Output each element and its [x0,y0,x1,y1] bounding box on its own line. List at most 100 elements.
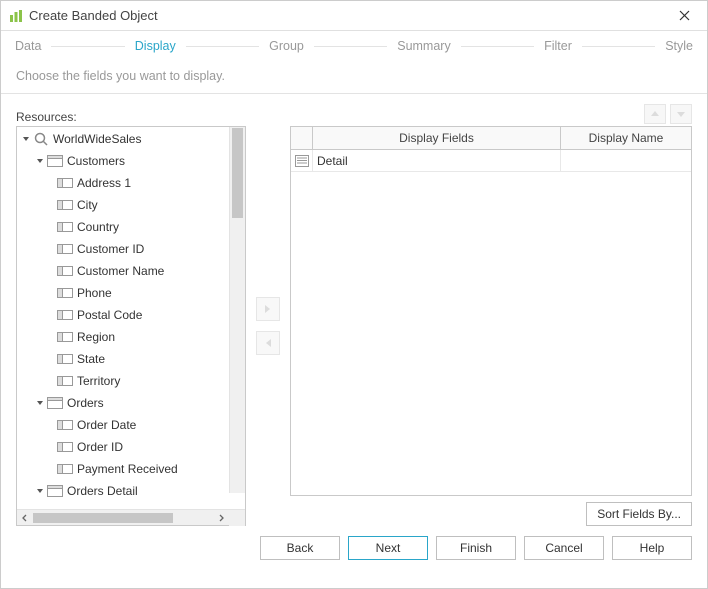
tree-field[interactable]: Phone [17,282,231,304]
tree-root[interactable]: WorldWideSales [17,128,231,150]
add-field-button[interactable] [256,297,280,321]
tree-field-label: Address 1 [77,176,131,190]
field-icon [57,176,73,190]
chevron-down-icon [21,134,31,144]
table-icon [47,484,63,498]
tree-field-label: Country [77,220,119,234]
tree-field-label: Order Date [77,418,136,432]
arrow-down-icon [676,109,686,119]
expand-toggle[interactable] [34,155,46,167]
vertical-scrollbar[interactable] [229,127,245,493]
close-button[interactable] [669,1,699,31]
field-icon [57,418,73,432]
tree-field[interactable]: Region [17,326,231,348]
tree-field[interactable]: Country [17,216,231,238]
chevron-down-icon [35,398,45,408]
tree-field[interactable]: Customer ID [17,238,231,260]
expand-toggle[interactable] [34,485,46,497]
titlebar: Create Banded Object [1,1,707,31]
close-icon [679,10,690,21]
field-icon [57,220,73,234]
chevron-left-icon [21,514,29,522]
expand-toggle[interactable] [34,397,46,409]
field-icon [57,462,73,476]
chevron-down-icon [35,156,45,166]
tree-group[interactable]: Customers [17,150,231,172]
tree-group-label: Orders [67,396,104,410]
step-separator [461,46,534,47]
table-icon [47,154,63,168]
wizard-footer: Back Next Finish Cancel Help [1,526,707,572]
column-header-icon [291,127,313,149]
tree-group-label: Orders Detail [67,484,138,498]
step-filter[interactable]: Filter [542,37,574,55]
step-group[interactable]: Group [267,37,306,55]
tree-field[interactable]: Customer Name [17,260,231,282]
resources-tree[interactable]: WorldWideSales Customers Address 1 City … [16,126,246,526]
tree-field-label: Region [77,330,115,344]
tree-field[interactable]: Territory [17,370,231,392]
tree-field[interactable]: Order Date [17,414,231,436]
move-down-button[interactable] [670,104,692,124]
arrow-left-icon [262,337,274,349]
field-icon [57,286,73,300]
field-icon [57,198,73,212]
window-title: Create Banded Object [29,8,669,23]
arrow-up-icon [650,109,660,119]
cancel-button[interactable]: Cancel [524,536,604,560]
step-separator [186,46,259,47]
tree-group[interactable]: Orders Detail [17,480,231,502]
field-icon [57,440,73,454]
next-button[interactable]: Next [348,536,428,560]
back-button[interactable]: Back [260,536,340,560]
cell-display-field[interactable]: Detail [313,150,561,171]
tree-field[interactable]: City [17,194,231,216]
tree-field-label: Customer Name [77,264,164,278]
cell-display-name[interactable] [561,150,691,171]
scrollbar-thumb[interactable] [232,128,243,218]
tree-group[interactable]: Orders [17,392,231,414]
field-icon [57,264,73,278]
finish-button[interactable]: Finish [436,536,516,560]
step-style[interactable]: Style [663,37,695,55]
tree-field[interactable]: Address 1 [17,172,231,194]
field-icon [57,374,73,388]
step-data[interactable]: Data [13,37,43,55]
tree-field-label: Customer ID [77,242,144,256]
horizontal-scrollbar[interactable] [17,509,245,525]
tree-field-label: Order ID [77,440,123,454]
remove-field-button[interactable] [256,331,280,355]
tree-field[interactable]: Postal Code [17,304,231,326]
step-display[interactable]: Display [133,37,178,55]
step-summary[interactable]: Summary [395,37,452,55]
move-up-button[interactable] [644,104,666,124]
tree-field[interactable]: State [17,348,231,370]
scroll-left-button[interactable] [17,510,33,526]
tree-field-label: Phone [77,286,112,300]
scroll-right-button[interactable] [213,510,229,526]
help-button[interactable]: Help [612,536,692,560]
step-separator [314,46,387,47]
grid-row[interactable]: Detail [291,150,691,172]
sort-fields-button[interactable]: Sort Fields By... [586,502,692,526]
expand-toggle[interactable] [20,133,32,145]
resources-label: Resources: [16,110,644,124]
step-separator [51,46,124,47]
scrollbar-thumb[interactable] [33,513,173,523]
arrow-right-icon [262,303,274,315]
tree-group-label: Customers [67,154,125,168]
field-icon [57,352,73,366]
field-icon [57,308,73,322]
tree-field-label: Territory [77,374,120,388]
app-logo-icon [9,9,23,23]
tree-field-label: State [77,352,105,366]
column-header-display-name[interactable]: Display Name [561,127,691,149]
row-type-icon [291,150,313,171]
tree-field[interactable]: Order ID [17,436,231,458]
column-header-display-fields[interactable]: Display Fields [313,127,561,149]
wizard-steps: Data Display Group Summary Filter Style [1,31,707,61]
tree-field-label: Postal Code [77,308,142,322]
detail-icon [295,155,309,167]
tree-field[interactable]: Payment Received [17,458,231,480]
field-icon [57,330,73,344]
